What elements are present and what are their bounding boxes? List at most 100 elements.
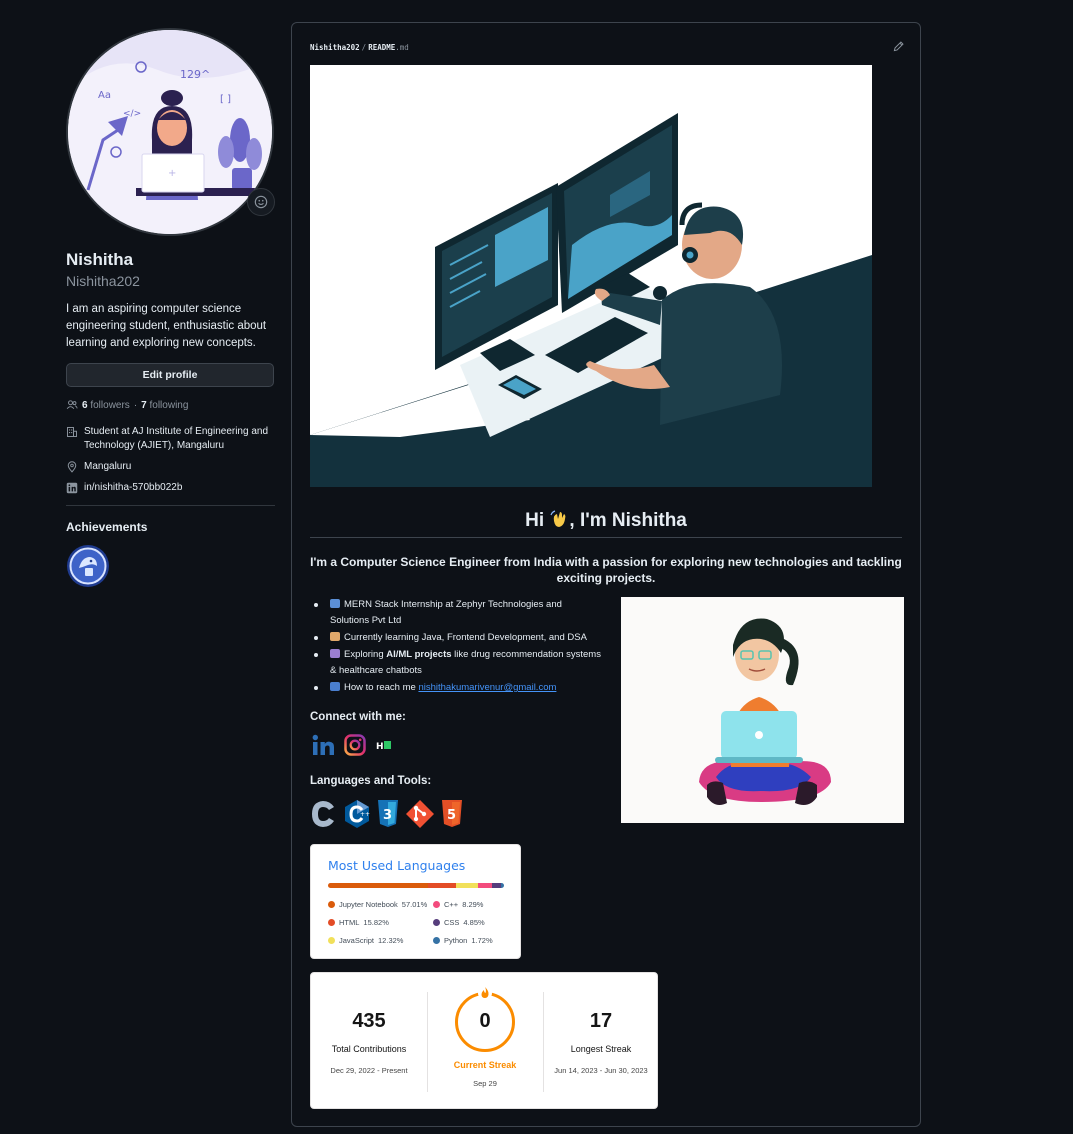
connect-title: Connect with me: [310, 711, 406, 723]
languages-card-title: Most Used Languages [328, 858, 466, 873]
set-status-button[interactable] [247, 188, 275, 216]
legend-item: Jupyter Notebook 57.01% [328, 899, 433, 909]
longest-streak-label: Longest Streak [570, 1044, 632, 1054]
legend-dot [433, 918, 440, 926]
robot-emoji-icon [330, 649, 340, 658]
cplusplus-icon[interactable]: ++ [343, 799, 371, 829]
current-streak-value: 0 [479, 1010, 491, 1032]
svg-text:++: ++ [360, 811, 370, 818]
longest-streak-value: 17 [589, 1010, 613, 1032]
html5-icon[interactable]: 5 [440, 799, 464, 829]
legend-dot [328, 918, 335, 926]
breadcrumb-extension: .md [395, 43, 409, 52]
heading-text-end: , I'm Nishitha [569, 510, 687, 531]
followers-link[interactable]: 6 followers [82, 400, 130, 411]
profile-linkedin[interactable]: in/nishitha-570bb022b [66, 481, 275, 495]
pull-shark-badge-icon [67, 545, 109, 587]
legend-percent: 57.01% [401, 899, 428, 909]
pencil-icon [893, 41, 904, 52]
people-icon [66, 400, 78, 410]
legend-percent: 4.85% [463, 917, 485, 927]
total-contributions-label: Total Contributions [331, 1044, 407, 1054]
profile-bio: I am an aspiring computer science engine… [66, 303, 267, 349]
avatar-container: 129^ Aa </> [ ] + [66, 28, 275, 236]
legend-percent: 12.32% [378, 935, 404, 945]
email-link[interactable]: nishithakumarivenur@gmail.com [418, 682, 556, 693]
readme-bullet-list: MERN Stack Internship at Zephyr Technolo… [312, 597, 602, 697]
heading-rule [310, 537, 902, 538]
legend-percent: 1.72% [471, 935, 493, 945]
legend-item: HTML 15.82% [328, 917, 433, 927]
svg-text:H: H [376, 742, 384, 752]
waving-hand-icon [550, 510, 566, 527]
c-icon[interactable] [310, 799, 338, 829]
readme-box: Nishitha202/README.md Hi , I'm Nishitha … [291, 22, 921, 1127]
linkedin-text[interactable]: in/nishitha-570bb022b [84, 481, 182, 495]
smiley-icon [254, 195, 268, 209]
total-contributions-stat: 435 Total Contributions Dec 29, 2022 - P… [311, 973, 427, 1110]
legend-percent: 15.82% [363, 917, 389, 927]
bullet-learning: Currently learning Java, Frontend Develo… [344, 632, 587, 643]
git-icon[interactable] [405, 799, 435, 829]
legend-item: Python 1.72% [433, 935, 513, 945]
css3-icon[interactable]: 3 [376, 799, 400, 829]
achievement-badge[interactable] [66, 544, 110, 588]
language-bar-segment [328, 883, 429, 888]
svg-text:+: + [168, 168, 176, 179]
list-item: Currently learning Java, Frontend Develo… [312, 630, 602, 646]
legend-dot [433, 900, 440, 908]
legend-name: CSS [444, 917, 460, 927]
language-bar-segment [492, 883, 501, 888]
profile-location: Mangaluru [66, 460, 275, 474]
most-used-languages-card: Most Used Languages Jupyter Notebook 57.0… [310, 844, 521, 959]
follow-separator: · [133, 399, 138, 411]
languages-legend: Jupyter Notebook 57.01% C++ 8.29% HTML 15.8… [328, 899, 513, 945]
svg-text:[ ]: [ ] [220, 94, 231, 105]
language-bar-segment [428, 883, 457, 888]
longest-streak-range: Jun 14, 2023 - Jun 30, 2023 [554, 1066, 648, 1075]
readme-banner-image [310, 65, 872, 487]
bullet-exploring-start: Exploring [344, 649, 387, 660]
edit-readme-button[interactable] [893, 39, 904, 57]
legend-percent: 8.29% [462, 899, 484, 909]
current-streak-stat: 0 Current Streak Sep 29 [427, 973, 543, 1110]
followers-label: followers [90, 399, 130, 411]
profile-organization: Student at AJ Institute of Engineering a… [66, 425, 275, 453]
linkedin-icon[interactable] [312, 734, 336, 756]
longest-streak-stat: 17 Longest Streak Jun 14, 2023 - Jun 30,… [543, 973, 659, 1110]
mailbox-emoji-icon [330, 682, 340, 691]
organization-icon [67, 427, 77, 437]
following-link[interactable]: 7 following [141, 400, 188, 411]
list-item: How to reach me nishithakumarivenur@gmai… [312, 680, 602, 696]
linkedin-small-icon [66, 482, 78, 494]
location-text: Mangaluru [84, 461, 132, 472]
profile-fullname: Nishitha [66, 250, 134, 269]
legend-dot [433, 936, 440, 944]
svg-text:129^: 129^ [180, 68, 210, 81]
fire-icon [478, 986, 492, 1000]
girl-laptop-illustration [621, 597, 904, 823]
legend-name: C++ [444, 899, 459, 909]
readme-intro: I'm a Computer Science Engineer from Ind… [310, 555, 902, 585]
following-count: 7 [141, 399, 147, 411]
breadcrumb-file[interactable]: README [368, 43, 395, 52]
hackerrank-icon[interactable]: H [374, 735, 394, 755]
github-streak-card: 435 Total Contributions Dec 29, 2022 - P… [310, 972, 658, 1109]
legend-item: CSS 4.85% [433, 917, 513, 927]
legend-name: JavaScript [339, 935, 375, 945]
edit-profile-button[interactable]: Edit profile [66, 363, 274, 387]
heading-text-start: Hi [525, 510, 550, 531]
list-item: Exploring AI/ML projects like drug recom… [312, 647, 602, 679]
svg-text:3: 3 [383, 808, 392, 823]
following-label: following [149, 399, 189, 411]
tools-title: Languages and Tools: [310, 775, 432, 787]
svg-text:5: 5 [447, 808, 456, 823]
legend-dot [328, 900, 335, 908]
tool-icons: ++ 3 5 [310, 799, 464, 829]
breadcrumb-user[interactable]: Nishitha202 [310, 43, 360, 52]
avatar[interactable]: 129^ Aa </> [ ] + [66, 28, 274, 236]
legend-item: JavaScript 12.32% [328, 935, 433, 945]
total-contributions-value: 435 [352, 1010, 386, 1032]
instagram-icon[interactable] [344, 734, 366, 756]
bullet-exploring-bold: AI/ML projects [386, 649, 452, 660]
